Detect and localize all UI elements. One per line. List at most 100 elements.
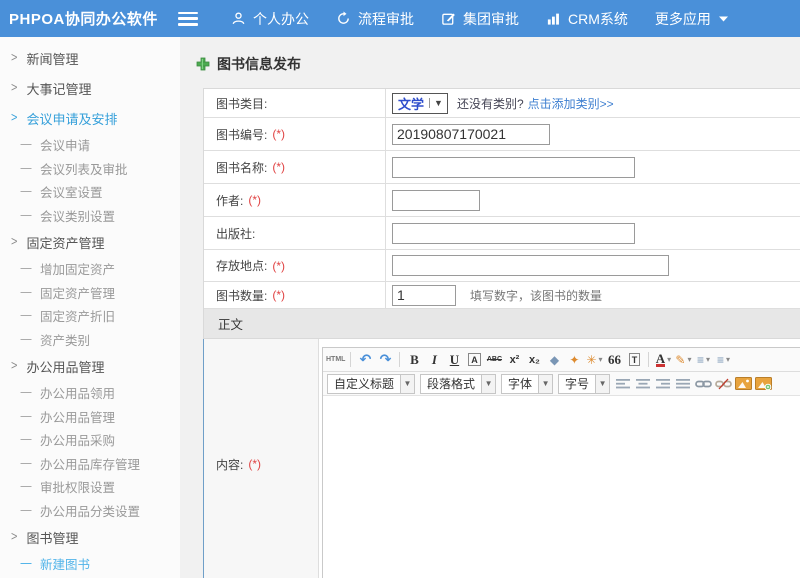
required-marker: (*) — [272, 160, 285, 174]
content-label: 内容: — [216, 456, 243, 473]
paragraph-format-select[interactable]: 段落格式▼ — [420, 374, 496, 394]
insert-image-icon[interactable] — [754, 375, 772, 393]
underline-icon[interactable]: U — [445, 351, 463, 369]
eraser-icon[interactable]: ◆ — [545, 351, 563, 369]
align-right-icon[interactable] — [654, 375, 672, 393]
unordered-list-icon[interactable]: ≡▾ — [714, 351, 732, 369]
sidebar-section-3[interactable]: >会议申请及安排 — [0, 103, 180, 133]
chevron-right-icon: > — [11, 235, 17, 249]
sidebar-item-4-1[interactable]: 一增加固定资产 — [0, 257, 180, 281]
sidebar-section-label: 大事记管理 — [26, 79, 91, 98]
toolbar-separator — [399, 352, 400, 367]
sidebar-section-label: 固定资产管理 — [26, 233, 104, 252]
topmenu-item-label: 集团审批 — [463, 9, 519, 29]
sidebar-item-label: 固定资产管理 — [40, 283, 115, 302]
sidebar-section-label: 新闻管理 — [26, 49, 78, 68]
sidebar-item-4-2[interactable]: 一固定资产管理 — [0, 281, 180, 305]
font-family-select[interactable]: 字体▼ — [501, 374, 553, 394]
link-icon[interactable] — [694, 375, 712, 393]
font-color-icon[interactable]: A▾ — [654, 351, 672, 369]
sidebar-item-label: 办公用品库存管理 — [40, 454, 140, 473]
field-input-2[interactable] — [392, 124, 550, 145]
combo-label: 字体 — [502, 375, 538, 392]
html-source-icon[interactable]: HTML — [326, 351, 345, 369]
highlight-color-icon[interactable]: ✎▾ — [674, 351, 692, 369]
top-bar: PHPOA协同办公软件 个人办公 流程审批 集团审批 CRM系统 更多应用 — [0, 0, 800, 37]
sidebar-item-4-4[interactable]: 一资产类别 — [0, 328, 180, 352]
blockquote-icon[interactable]: 66 — [605, 351, 623, 369]
sidebar-section-1[interactable]: >新闻管理 — [0, 43, 180, 73]
redo-icon[interactable]: ↷ — [376, 351, 394, 369]
required-marker: (*) — [248, 457, 261, 471]
person-icon — [231, 11, 246, 26]
subscript-icon[interactable]: x₂ — [525, 351, 543, 369]
content-label-cell: 内容: (*) — [204, 339, 319, 578]
topmenu-item-1[interactable]: 个人办公 — [231, 9, 309, 29]
sidebar-item-3-2[interactable]: 一会议列表及审批 — [0, 157, 180, 181]
bold-icon[interactable]: B — [405, 351, 423, 369]
field-input-4[interactable] — [392, 190, 480, 211]
book-category-select[interactable]: 文学▼ — [392, 93, 448, 114]
form-row-1: 图书类目:文学▼还没有类别?点击添加类别>> — [204, 89, 800, 118]
char-border-icon[interactable]: A — [465, 351, 483, 369]
topmenu-item-5[interactable]: 更多应用 — [655, 9, 728, 29]
book-category-value: 文学 — [398, 94, 424, 113]
italic-icon[interactable]: I — [425, 351, 443, 369]
field-label-cell: 图书类目: — [204, 89, 386, 117]
sidebar-item-3-1[interactable]: 一会议申请 — [0, 133, 180, 157]
topmenu-item-2[interactable]: 流程审批 — [336, 9, 414, 29]
image-icon[interactable] — [734, 375, 752, 393]
sidebar-item-label: 会议申请 — [40, 135, 90, 154]
topmenu-item-3[interactable]: 集团审批 — [441, 9, 519, 29]
dash-icon: 一 — [20, 408, 32, 425]
hamburger-menu-icon[interactable] — [178, 12, 198, 26]
dash-icon: 一 — [20, 455, 32, 472]
strikethrough-icon[interactable]: ABC — [485, 351, 503, 369]
align-left-icon[interactable] — [614, 375, 632, 393]
undo-icon[interactable]: ↶ — [356, 351, 374, 369]
ordered-list-icon[interactable]: ≡▾ — [694, 351, 712, 369]
paste-text-icon[interactable]: T — [625, 351, 643, 369]
sidebar-item-5-6[interactable]: 一办公用品分类设置 — [0, 499, 180, 523]
sidebar-item-5-3[interactable]: 一办公用品采购 — [0, 428, 180, 452]
required-marker: (*) — [272, 127, 285, 141]
sidebar-item-5-2[interactable]: 一办公用品管理 — [0, 405, 180, 429]
app-logo: PHPOA协同办公软件 — [0, 8, 172, 29]
sidebar-item-4-3[interactable]: 一固定资产折旧 — [0, 304, 180, 328]
sidebar-section-4[interactable]: > 固定资产管理 — [0, 227, 180, 257]
form-row-5: 出版社: — [204, 217, 800, 250]
unlink-icon[interactable] — [714, 375, 732, 393]
sidebar-item-5-5[interactable]: 一审批权限设置 — [0, 475, 180, 499]
dash-icon: 一 — [20, 307, 32, 324]
field-input-6[interactable] — [392, 255, 669, 276]
field-input-3[interactable] — [392, 157, 635, 178]
sidebar-item-label: 新建图书 — [40, 554, 90, 573]
custom-title-select[interactable]: 自定义标题▼ — [327, 374, 415, 394]
topmenu-item-label: CRM系统 — [568, 9, 628, 29]
topmenu-item-4[interactable]: CRM系统 — [546, 9, 628, 29]
form-row-2: 图书编号:(*) — [204, 118, 800, 151]
sidebar-item-3-4[interactable]: 一会议类别设置 — [0, 204, 180, 228]
field-label-cell: 作者:(*) — [204, 184, 386, 216]
combo-label: 字号 — [559, 375, 595, 392]
align-justify-icon[interactable] — [674, 375, 692, 393]
field-label-cell: 存放地点:(*) — [204, 250, 386, 281]
clear-format-icon[interactable]: ✦ — [565, 351, 583, 369]
align-center-icon[interactable] — [634, 375, 652, 393]
combo-label: 自定义标题 — [328, 375, 400, 392]
auto-typeset-icon[interactable]: ✳▾ — [585, 351, 603, 369]
sidebar-section-2[interactable]: >大事记管理 — [0, 73, 180, 103]
add-category-link[interactable]: 点击添加类别>> — [528, 95, 614, 112]
sidebar-section-6[interactable]: >图书管理 — [0, 522, 180, 552]
superscript-icon[interactable]: x² — [505, 351, 523, 369]
sidebar-item-6-1[interactable]: 一新建图书 — [0, 552, 180, 576]
field-input-5[interactable] — [392, 223, 635, 244]
field-input-7[interactable] — [392, 285, 456, 306]
sidebar-item-5-1[interactable]: 一办公用品领用 — [0, 381, 180, 405]
sidebar-section-5[interactable]: >办公用品管理 — [0, 351, 180, 381]
required-marker: (*) — [272, 259, 285, 273]
editor-content-area[interactable] — [323, 396, 800, 578]
sidebar-item-5-4[interactable]: 一办公用品库存管理 — [0, 452, 180, 476]
sidebar-item-3-3[interactable]: 一会议室设置 — [0, 180, 180, 204]
font-size-select[interactable]: 字号▼ — [558, 374, 610, 394]
